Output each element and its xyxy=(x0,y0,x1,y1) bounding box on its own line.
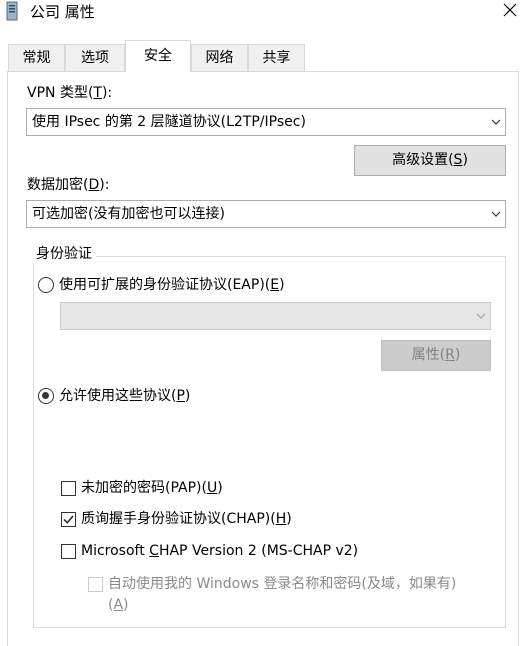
auto-logon-label-line1: 自动使用我的 Windows 登录名称和密码(及域，如果有) xyxy=(108,576,457,592)
mschap-v2-checkbox-label[interactable]: Microsoft CHAP Version 2 (MS-CHAP v2) xyxy=(81,542,358,560)
title-bar: 公司 属性 xyxy=(0,0,522,30)
allow-protocols-radio[interactable] xyxy=(38,388,54,404)
radio-selected-dot xyxy=(42,392,49,399)
auto-logon-label-line2: (A) xyxy=(108,597,129,613)
checkmark-icon xyxy=(63,515,74,524)
eap-radio-label[interactable]: 使用可扩展的身份验证协议(EAP)(E) xyxy=(59,276,285,294)
pap-checkbox-label[interactable]: 未加密的密码(PAP)(U) xyxy=(81,479,223,497)
eap-radio[interactable] xyxy=(38,277,54,293)
server-icon xyxy=(6,1,18,21)
tab-strip: 常规 选项 安全 网络 共享 xyxy=(0,30,522,72)
data-encryption-value: 可选加密(没有加密也可以连接) xyxy=(32,206,225,222)
chevron-down-icon xyxy=(491,211,501,217)
pap-checkbox[interactable] xyxy=(61,481,76,496)
tab-security[interactable]: 安全 xyxy=(125,40,191,72)
chevron-down-icon xyxy=(491,119,501,125)
authentication-group-title: 身份验证 xyxy=(32,245,96,263)
advanced-settings-button[interactable]: 高级设置(S) xyxy=(354,145,506,176)
eap-properties-button[interactable]: 属性(R) xyxy=(381,340,491,371)
vpn-type-label: VPN 类型(T): xyxy=(27,85,113,101)
tab-sharing[interactable]: 共享 xyxy=(248,44,305,72)
tab-networking[interactable]: 网络 xyxy=(191,44,248,72)
close-icon xyxy=(503,3,517,17)
allow-protocols-radio-label[interactable]: 允许使用这些协议(P) xyxy=(59,387,190,405)
close-button[interactable] xyxy=(498,0,522,24)
chevron-down-icon xyxy=(476,313,486,319)
data-encryption-label: 数据加密(D): xyxy=(27,177,110,193)
chap-checkbox-label[interactable]: 质询握手身份验证协议(CHAP)(H) xyxy=(81,510,292,528)
data-encryption-dropdown[interactable]: 可选加密(没有加密也可以连接) xyxy=(26,200,506,228)
tab-options[interactable]: 选项 xyxy=(65,44,125,72)
auto-logon-checkbox[interactable] xyxy=(88,577,103,592)
window-title: 公司 属性 xyxy=(30,3,95,21)
chap-checkbox[interactable] xyxy=(61,512,76,527)
tab-general[interactable]: 常规 xyxy=(8,44,65,72)
vpn-type-value: 使用 IPsec 的第 2 层隧道协议(L2TP/IPsec) xyxy=(32,114,306,130)
vpn-type-dropdown[interactable]: 使用 IPsec 的第 2 层隧道协议(L2TP/IPsec) xyxy=(26,108,506,136)
eap-method-dropdown[interactable] xyxy=(60,302,491,330)
mschap-v2-checkbox[interactable] xyxy=(61,544,76,559)
